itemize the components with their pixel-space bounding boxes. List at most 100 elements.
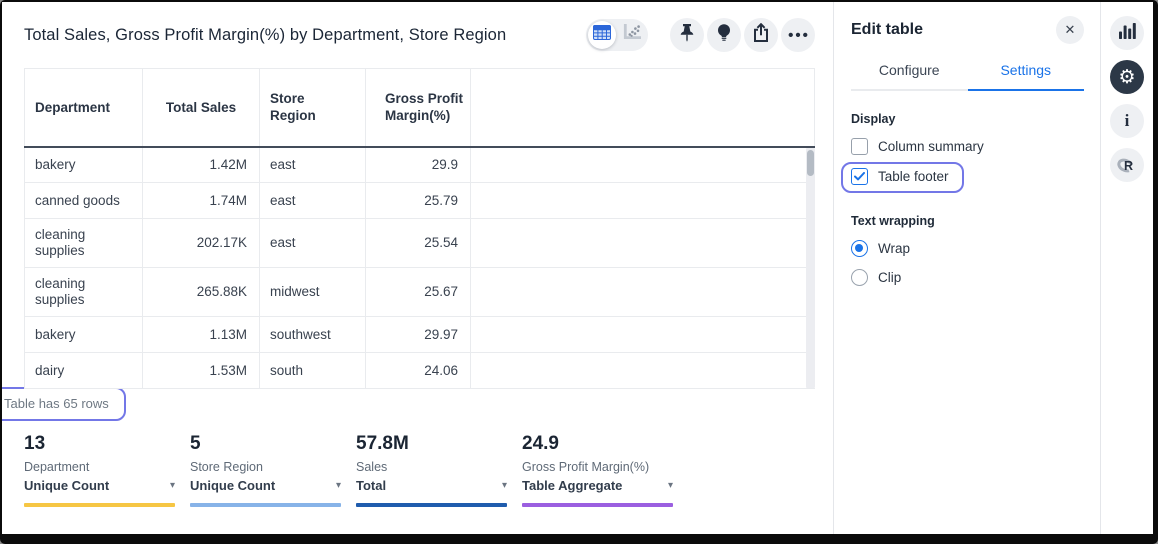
cell-empty bbox=[471, 317, 815, 353]
cell-gross-profit-margin[interactable]: 25.54 bbox=[366, 219, 471, 268]
radio-row-wrap[interactable]: Wrap bbox=[851, 240, 1084, 257]
cell-department[interactable]: bakery bbox=[25, 147, 143, 183]
table-scrollbar-track[interactable] bbox=[806, 148, 815, 388]
settings-panel-button[interactable]: ⚙ bbox=[1110, 60, 1144, 94]
data-table: Department Total Sales Store Region Gros… bbox=[24, 68, 815, 389]
stat-value: 57.8M bbox=[356, 433, 507, 455]
stat-aggregate-dropdown[interactable]: Total ▾ bbox=[356, 478, 507, 493]
column-header-total-sales[interactable]: Total Sales bbox=[143, 69, 260, 147]
table-scrollbar-thumb[interactable] bbox=[807, 150, 814, 176]
close-panel-button[interactable]: ✕ bbox=[1056, 16, 1084, 44]
radio-row-clip[interactable]: Clip bbox=[851, 269, 1084, 286]
table-row: dairy 1.53M south 24.06 bbox=[25, 353, 815, 389]
stat-aggregate-dropdown[interactable]: Unique Count ▾ bbox=[190, 478, 341, 493]
r-logo-icon: R bbox=[1124, 159, 1133, 173]
insights-button[interactable] bbox=[707, 18, 741, 52]
cell-gross-profit-margin[interactable]: 25.79 bbox=[366, 183, 471, 219]
lightbulb-icon bbox=[717, 24, 731, 47]
cell-total-sales[interactable]: 265.88K bbox=[143, 268, 260, 317]
cell-gross-profit-margin[interactable]: 29.97 bbox=[366, 317, 471, 353]
cell-department[interactable]: canned goods bbox=[25, 183, 143, 219]
cell-store-region[interactable]: south bbox=[260, 353, 366, 389]
panel-tabs: Configure Settings bbox=[851, 62, 1084, 91]
cell-store-region[interactable]: east bbox=[260, 147, 366, 183]
cell-total-sales[interactable]: 1.42M bbox=[143, 147, 260, 183]
chevron-down-icon: ▾ bbox=[170, 480, 175, 491]
stat-column-label: Department bbox=[24, 460, 175, 474]
cell-gross-profit-margin[interactable]: 29.9 bbox=[366, 147, 471, 183]
table-row: bakery 1.42M east 29.9 bbox=[25, 147, 815, 183]
chart-view-button[interactable] bbox=[618, 21, 646, 49]
chart-elements-button[interactable] bbox=[1110, 16, 1144, 50]
column-header-empty bbox=[471, 69, 815, 147]
cell-total-sales[interactable]: 1.74M bbox=[143, 183, 260, 219]
column-header-store-region[interactable]: Store Region bbox=[260, 69, 366, 147]
stat-sales: 57.8M Sales Total ▾ bbox=[356, 433, 507, 507]
screenshot-frame: Total Sales, Gross Profit Margin(%) by D… bbox=[0, 0, 1158, 544]
checkbox-row-column-summary[interactable]: Column summary bbox=[851, 138, 1084, 155]
cell-store-region[interactable]: east bbox=[260, 219, 366, 268]
checkbox-label: Table footer bbox=[878, 169, 949, 184]
checkbox-row-table-footer[interactable]: Table footer bbox=[851, 168, 949, 185]
page-title[interactable]: Total Sales, Gross Profit Margin(%) by D… bbox=[24, 26, 586, 45]
cell-department[interactable]: bakery bbox=[25, 317, 143, 353]
cell-gross-profit-margin[interactable]: 25.67 bbox=[366, 268, 471, 317]
more-options-button[interactable]: ••• bbox=[781, 18, 815, 52]
checkbox-label: Column summary bbox=[878, 139, 984, 154]
close-icon: ✕ bbox=[1065, 22, 1076, 38]
text-wrapping-section-heading: Text wrapping bbox=[851, 214, 1084, 228]
info-icon: i bbox=[1125, 111, 1130, 131]
stat-aggregate-dropdown[interactable]: Table Aggregate ▾ bbox=[522, 478, 673, 493]
cell-gross-profit-margin[interactable]: 24.06 bbox=[366, 353, 471, 389]
share-button[interactable] bbox=[744, 18, 778, 52]
pin-icon bbox=[679, 24, 695, 47]
cell-department[interactable]: dairy bbox=[25, 353, 143, 389]
column-header-department[interactable]: Department bbox=[25, 69, 143, 147]
table-footer-row-count: Table has 65 rows bbox=[4, 396, 109, 411]
tab-settings[interactable]: Settings bbox=[968, 62, 1085, 91]
app-window: Total Sales, Gross Profit Margin(%) by D… bbox=[2, 2, 1153, 534]
panel-header: Edit table ✕ bbox=[851, 16, 1084, 44]
cell-department[interactable]: cleaning supplies bbox=[25, 219, 143, 268]
stat-column-label: Store Region bbox=[190, 460, 341, 474]
stat-color-bar bbox=[190, 503, 341, 507]
cell-store-region[interactable]: midwest bbox=[260, 268, 366, 317]
view-toggle bbox=[586, 19, 648, 51]
stat-gross-profit-margin: 24.9 Gross Profit Margin(%) Table Aggreg… bbox=[522, 433, 673, 507]
stat-value: 5 bbox=[190, 433, 341, 455]
tab-configure[interactable]: Configure bbox=[851, 62, 968, 89]
stat-aggregate-dropdown[interactable]: Unique Count ▾ bbox=[24, 478, 175, 493]
radio-selected-icon[interactable] bbox=[851, 240, 868, 257]
display-section-heading: Display bbox=[851, 112, 1084, 126]
cell-total-sales[interactable]: 1.13M bbox=[143, 317, 260, 353]
stat-color-bar bbox=[356, 503, 507, 507]
checkbox-unchecked-icon[interactable] bbox=[851, 138, 868, 155]
annotation-highlight-table-footer-note: Table has 65 rows bbox=[2, 387, 126, 421]
element-toolbar: ••• bbox=[586, 18, 815, 52]
stat-color-bar bbox=[24, 503, 175, 507]
cell-store-region[interactable]: east bbox=[260, 183, 366, 219]
table-row: canned goods 1.74M east 25.79 bbox=[25, 183, 815, 219]
bar-chart-icon bbox=[1119, 23, 1136, 44]
r-language-button[interactable]: R bbox=[1110, 148, 1144, 182]
cell-empty bbox=[471, 353, 815, 389]
chevron-down-icon: ▾ bbox=[502, 480, 507, 491]
stat-column-label: Gross Profit Margin(%) bbox=[522, 460, 673, 474]
table-view-button[interactable] bbox=[588, 21, 616, 49]
stat-value: 13 bbox=[24, 433, 175, 455]
table-row: cleaning supplies 202.17K east 25.54 bbox=[25, 219, 815, 268]
cell-store-region[interactable]: southwest bbox=[260, 317, 366, 353]
radio-unselected-icon[interactable] bbox=[851, 269, 868, 286]
info-button[interactable]: i bbox=[1110, 104, 1144, 138]
edit-table-panel: Edit table ✕ Configure Settings Display … bbox=[834, 2, 1100, 534]
cell-total-sales[interactable]: 202.17K bbox=[143, 219, 260, 268]
cell-department[interactable]: cleaning supplies bbox=[25, 268, 143, 317]
table-icon bbox=[593, 25, 611, 45]
column-header-gross-profit-margin[interactable]: Gross Profit Margin(%) bbox=[366, 69, 471, 147]
pin-button[interactable] bbox=[670, 18, 704, 52]
cell-total-sales[interactable]: 1.53M bbox=[143, 353, 260, 389]
share-icon bbox=[752, 23, 770, 47]
toolbar-actions: ••• bbox=[670, 18, 815, 52]
checkbox-checked-icon[interactable] bbox=[851, 168, 868, 185]
table-row: cleaning supplies 265.88K midwest 25.67 bbox=[25, 268, 815, 317]
